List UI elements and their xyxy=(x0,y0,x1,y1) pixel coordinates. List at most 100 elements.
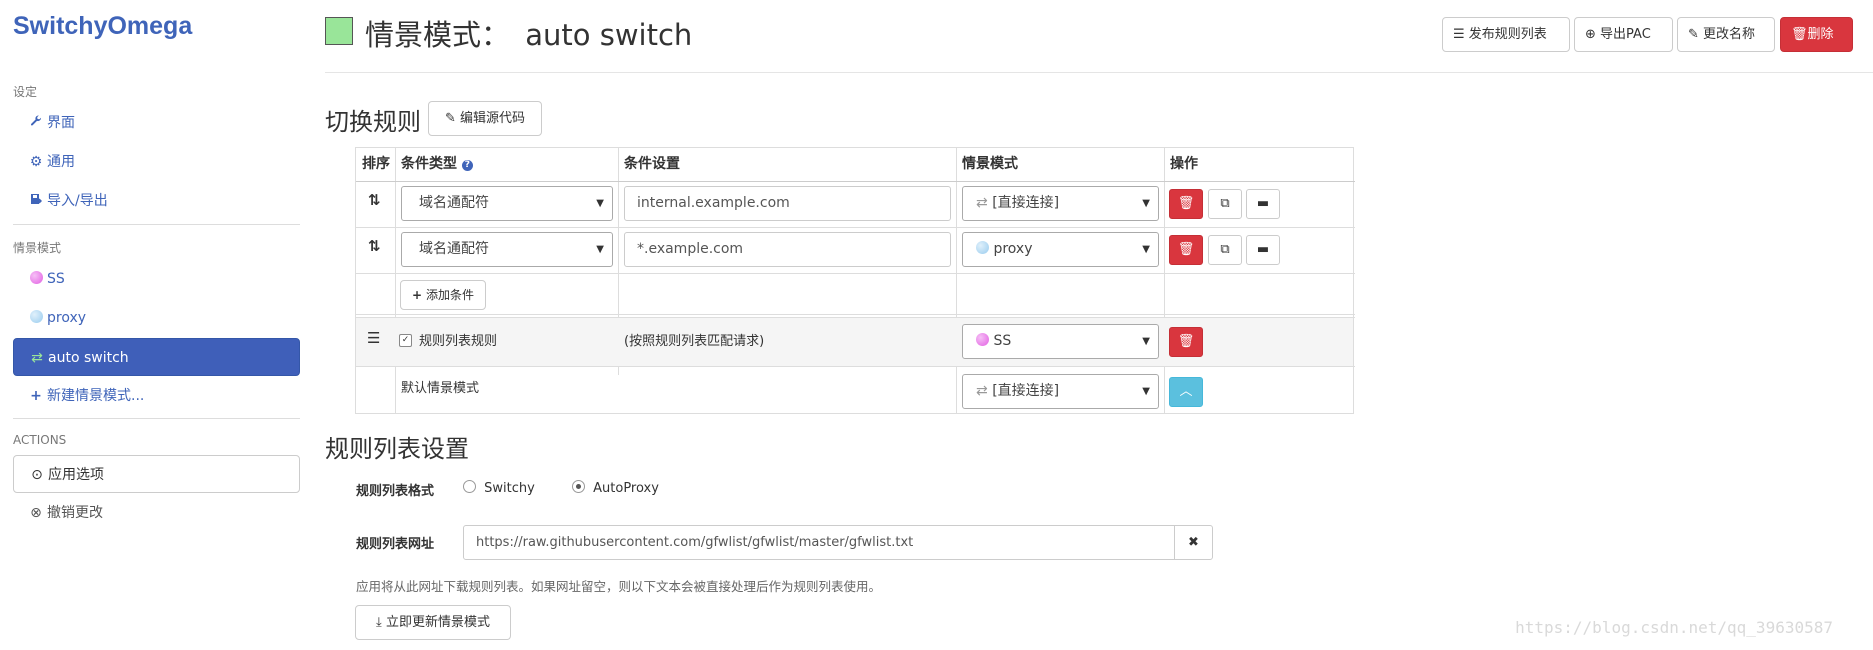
sidebar-item-label: 通用 xyxy=(47,154,75,170)
sidebar-item-interface[interactable]: 界面 xyxy=(13,104,300,142)
check-circle-icon: ⊙ xyxy=(31,467,43,483)
condition-input[interactable]: internal.example.com xyxy=(624,186,951,221)
sidebar-item-auto-switch[interactable]: ⇄ auto switch xyxy=(13,338,300,376)
apply-label: 应用选项 xyxy=(48,467,104,483)
button-label: 删除 xyxy=(1807,27,1834,42)
sidebar-item-general[interactable]: ⚙ 通用 xyxy=(13,143,300,181)
x-circle-icon: ⊗ xyxy=(30,505,42,521)
publish-rule-list-button[interactable]: ☰ 发布规则列表 xyxy=(1442,17,1570,52)
delete-rule-list-button[interactable]: 🗑 xyxy=(1169,327,1203,357)
sidebar-item-new-profile[interactable]: + 新建情景模式... xyxy=(13,377,300,415)
brand-logo[interactable]: SwitchyOmega xyxy=(13,12,192,41)
direct-icon: ⇄ xyxy=(976,195,988,211)
edit-icon: ✎ xyxy=(1688,27,1699,42)
format-option-autoproxy[interactable]: AutoProxy xyxy=(572,480,659,496)
header-divider xyxy=(325,72,1873,73)
rule-list-description: (按照规则列表匹配请求) xyxy=(624,334,765,349)
edit-source-button[interactable]: ✎ 编辑源代码 xyxy=(428,101,542,136)
plus-icon: + xyxy=(30,388,42,404)
sidebar-item-proxy[interactable]: proxy xyxy=(13,299,300,337)
apply-options-button[interactable]: ⊙ 应用选项 xyxy=(13,455,300,493)
globe-icon xyxy=(976,333,989,349)
sidebar: SwitchyOmega 设定 界面 ⚙ 通用 导入/导出 情景模式 SS pro… xyxy=(0,0,313,650)
drag-handle-icon[interactable]: ⇅ xyxy=(368,191,381,209)
switch-icon: ⇄ xyxy=(31,350,43,366)
clone-rule-button[interactable]: ⧉ xyxy=(1208,189,1242,219)
profile-select[interactable]: ⇄ [直接连接] ▼ xyxy=(962,186,1159,221)
condition-input[interactable]: *.example.com xyxy=(624,232,951,267)
sidebar-item-label: 新建情景模式... xyxy=(47,388,145,404)
sidebar-item-ss[interactable]: SS xyxy=(13,260,300,298)
rule-list-settings-title: 规则列表设置 xyxy=(325,435,469,463)
page-title: 情景模式： auto switch xyxy=(365,12,692,54)
discard-label: 撤销更改 xyxy=(47,505,103,521)
sidebar-item-label: 导入/导出 xyxy=(47,193,108,209)
rule-list-help-text: 应用将从此网址下载规则列表。如果网址留空，则以下文本会被直接处理后作为规则列表使… xyxy=(356,579,882,594)
col-actions: 操作 xyxy=(1170,156,1198,172)
profiles-header: 情景模式 xyxy=(13,241,62,255)
sidebar-item-label: proxy xyxy=(47,310,87,326)
drag-handle-icon[interactable]: ⇅ xyxy=(368,237,381,255)
button-label: 发布规则列表 xyxy=(1468,27,1547,42)
export-pac-button[interactable]: ⊕ 导出PAC xyxy=(1574,17,1673,52)
actions-header: ACTIONS xyxy=(13,433,67,447)
rule-list-format-label: 规则列表格式 xyxy=(356,484,435,499)
divider xyxy=(13,418,300,419)
radio-button[interactable] xyxy=(463,480,476,493)
button-label: 添加条件 xyxy=(425,288,474,302)
globe-icon xyxy=(28,299,44,337)
default-profile-select[interactable]: ⇄ [直接连接] ▼ xyxy=(962,374,1159,409)
button-label: 导出PAC xyxy=(1600,27,1651,42)
comment-rule-button[interactable]: ▬ xyxy=(1246,235,1280,265)
rule-list-enabled-checkbox[interactable]: ✓ xyxy=(399,334,412,347)
col-profile: 情景模式 xyxy=(962,156,1018,172)
discard-changes-button[interactable]: ⊗ 撤销更改 xyxy=(13,494,300,532)
switch-rules-title: 切换规则 xyxy=(325,108,421,136)
radio-button[interactable] xyxy=(572,480,585,493)
sidebar-item-label: auto switch xyxy=(48,350,129,366)
rule-list-profile-select[interactable]: SS ▼ xyxy=(962,324,1159,359)
profile-color-swatch[interactable] xyxy=(325,17,353,45)
chevron-up-icon[interactable]: ︿ xyxy=(1169,377,1203,407)
update-now-button[interactable]: ⤓ 立即更新情景模式 xyxy=(355,605,511,640)
watermark: https://blog.csdn.net/qq_39630587 xyxy=(1515,618,1833,637)
condition-type-select[interactable]: 域名通配符 ▼ xyxy=(401,186,613,221)
list-icon: ☰ xyxy=(367,329,381,347)
rule-list-url-label: 规则列表网址 xyxy=(356,537,435,552)
import-export-icon xyxy=(28,182,44,220)
rename-button[interactable]: ✎ 更改名称 xyxy=(1677,17,1775,52)
rule-list-url-input[interactable]: https://raw.githubusercontent.com/gfwlis… xyxy=(463,525,1175,560)
delete-rule-button[interactable]: 🗑 xyxy=(1169,235,1203,265)
page-title-prefix: 情景模式： xyxy=(365,18,511,52)
sidebar-item-import-export[interactable]: 导入/导出 xyxy=(13,182,300,220)
delete-rule-button[interactable]: 🗑 xyxy=(1169,189,1203,219)
direct-icon: ⇄ xyxy=(976,383,988,399)
col-condition: 条件设置 xyxy=(624,156,680,172)
clear-url-button[interactable]: ✖ xyxy=(1174,525,1213,560)
clone-rule-button[interactable]: ⧉ xyxy=(1208,235,1242,265)
condition-type-select[interactable]: 域名通配符 ▼ xyxy=(401,232,613,267)
edit-icon: ✎ xyxy=(444,111,456,126)
add-condition-button[interactable]: + 添加条件 xyxy=(400,280,486,310)
delete-profile-button[interactable]: 🗑删除 xyxy=(1780,17,1853,52)
button-label: 编辑源代码 xyxy=(460,111,526,126)
sidebar-item-label: SS xyxy=(47,271,65,287)
help-icon[interactable]: ? xyxy=(461,160,473,171)
wrench-icon xyxy=(28,104,44,142)
sidebar-item-label: 界面 xyxy=(47,115,75,131)
list-icon: ☰ xyxy=(1453,27,1465,42)
col-sort: 排序 xyxy=(362,156,390,172)
profile-select[interactable]: proxy ▼ xyxy=(962,232,1159,267)
button-label: 立即更新情景模式 xyxy=(385,615,490,630)
default-profile-label: 默认情景模式 xyxy=(401,381,480,396)
gear-icon: ⚙ xyxy=(29,154,43,170)
plus-icon: + xyxy=(412,288,423,302)
download-icon: ⤓ xyxy=(376,615,382,630)
divider xyxy=(13,224,300,225)
format-option-switchy[interactable]: Switchy xyxy=(463,480,535,496)
button-label: 更改名称 xyxy=(1703,27,1756,42)
comment-rule-button[interactable]: ▬ xyxy=(1246,189,1280,219)
trash-icon: 🗑 xyxy=(1791,27,1808,42)
settings-header: 设定 xyxy=(13,85,38,99)
page-title-name: auto switch xyxy=(525,18,693,52)
